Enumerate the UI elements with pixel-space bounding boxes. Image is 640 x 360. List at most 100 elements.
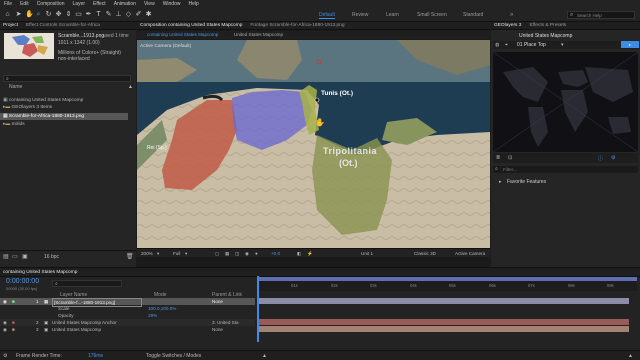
rectangle-tool-icon[interactable]: ▭ bbox=[75, 11, 82, 18]
place-icon[interactable]: ⌖ bbox=[505, 42, 508, 48]
comp-viewer[interactable]: Active Camera (Default) Tunis (Ot.) Trip… bbox=[137, 40, 490, 248]
menu-window[interactable]: Window bbox=[163, 1, 181, 7]
workspace-small-screen[interactable]: Small Screen bbox=[417, 12, 447, 18]
geolayers-apply-button[interactable]: ▸ bbox=[621, 41, 639, 48]
trash-icon[interactable]: 🗑 bbox=[126, 253, 134, 260]
playhead[interactable] bbox=[257, 276, 259, 342]
render-settings-icon[interactable]: ⚙ bbox=[3, 353, 7, 359]
tab-composition[interactable]: Composition containing United States Map… bbox=[140, 23, 242, 28]
menu-animation[interactable]: Animation bbox=[114, 1, 136, 7]
workspace-more-icon[interactable]: » bbox=[510, 12, 513, 18]
brush-tool-icon[interactable]: ✎ bbox=[105, 11, 112, 18]
layer-parent[interactable]: None bbox=[212, 298, 223, 305]
zoom-select[interactable]: 200% bbox=[141, 249, 153, 258]
label-color-swatch[interactable]: ■ bbox=[12, 298, 15, 305]
geolayers-filter-input[interactable]: ⌕ Filter... bbox=[493, 166, 638, 173]
timeline-search-input[interactable]: ⌕ bbox=[52, 280, 122, 287]
menu-edit[interactable]: Edit bbox=[20, 1, 29, 7]
orbit-tool-icon[interactable]: ↻ bbox=[45, 11, 52, 18]
visibility-eye-icon[interactable]: ◉ bbox=[3, 298, 7, 305]
new-comp-icon[interactable]: ▣ bbox=[22, 253, 28, 260]
zoom-dropdown-icon[interactable]: ▾ bbox=[157, 249, 159, 258]
layer-parent[interactable]: 3. United Sta bbox=[212, 319, 239, 326]
mask-visibility-icon[interactable]: ◫ bbox=[235, 249, 239, 258]
workspace-standard[interactable]: Standard bbox=[463, 12, 483, 18]
sort-icon[interactable]: ▲ bbox=[128, 84, 133, 90]
tab-project[interactable]: Project bbox=[3, 23, 18, 28]
layer-3-bar[interactable] bbox=[259, 326, 629, 332]
pan-tool-icon[interactable]: ✥ bbox=[55, 11, 62, 18]
project-item-footage[interactable]: ▦ Scramble-for-Africa-1880-1913.png bbox=[0, 113, 128, 120]
snapshot-icon[interactable]: ◉ bbox=[245, 249, 249, 258]
tab-footage[interactable]: Footage Scramble-for-Africa-1880-1913.pn… bbox=[250, 23, 344, 28]
globe-icon[interactable]: ◍ bbox=[495, 42, 499, 48]
layer-row-1[interactable]: ◉ ■ 1 ▦ [Scramble-f...-1880-1913.png] No… bbox=[0, 298, 255, 307]
show-channel-icon[interactable]: ● bbox=[255, 249, 258, 258]
property-row-scale[interactable]: Scale 100.0,100.0% bbox=[0, 305, 255, 312]
timecode-offset[interactable]: +0.0 bbox=[271, 249, 280, 258]
new-folder-icon[interactable]: ▭ bbox=[12, 253, 18, 260]
layer-row-3[interactable]: ◉ ■ 3 ▣ United States Mapcomp None bbox=[0, 326, 255, 333]
3d-view-icon[interactable]: ◧ bbox=[297, 249, 301, 258]
region-of-interest-icon[interactable]: ▢ bbox=[215, 249, 219, 258]
current-time[interactable]: 0:00:00:00 bbox=[6, 278, 39, 285]
menu-effect[interactable]: Effect bbox=[93, 1, 106, 7]
breadcrumb-current[interactable]: United States Mapcomp bbox=[234, 31, 283, 39]
dolly-tool-icon[interactable]: ⇕ bbox=[65, 11, 72, 18]
geolayers-map-preview[interactable] bbox=[493, 52, 638, 152]
project-item-folder[interactable]: ▸▬ GEOlayers 3 Items bbox=[0, 104, 136, 111]
property-value[interactable]: 100.0,100.0% bbox=[148, 305, 176, 312]
interpret-footage-icon[interactable]: ▤ bbox=[3, 253, 9, 260]
layer-row-2[interactable]: ◉ ■ 2 ▣ United States Mapcomp Anchor 3. … bbox=[0, 319, 255, 326]
tab-timeline[interactable]: containing United States Mapcomp bbox=[3, 270, 77, 275]
menu-view[interactable]: View bbox=[144, 1, 155, 7]
time-ruler[interactable]: 01s 02s 03s 04s 05s 06s 07s 08s 09s bbox=[257, 277, 637, 291]
fast-preview-icon[interactable]: ⚡ bbox=[307, 249, 313, 258]
label-color-swatch[interactable]: ■ bbox=[12, 319, 15, 326]
lock-icon[interactable]: ⊡ bbox=[508, 155, 512, 161]
bit-depth[interactable]: 16 bpc bbox=[44, 254, 59, 260]
tab-geolayers[interactable]: GEOlayers 3 bbox=[494, 23, 521, 28]
zoom-out-timeline-icon[interactable]: ▲ bbox=[262, 353, 267, 359]
work-area-bar[interactable] bbox=[257, 277, 637, 281]
project-search-input[interactable]: ⌕ bbox=[3, 75, 131, 82]
layer-parent[interactable]: None bbox=[212, 326, 223, 333]
settings-icon[interactable]: ⚙ bbox=[611, 155, 615, 161]
help-search-input[interactable]: ⌕ Search Help bbox=[567, 11, 635, 19]
eraser-tool-icon[interactable]: ◇ bbox=[125, 11, 132, 18]
pen-tool-icon[interactable]: ✒ bbox=[85, 11, 92, 18]
clone-stamp-icon[interactable]: ⊥ bbox=[115, 11, 122, 18]
resolution-select[interactable]: Full bbox=[173, 249, 180, 258]
text-tool-icon[interactable]: T bbox=[95, 11, 102, 18]
hand-tool-icon[interactable]: ✋ bbox=[25, 11, 34, 18]
resolution-dropdown-icon[interactable]: ▾ bbox=[185, 249, 187, 258]
place-label[interactable]: 01 Place Top bbox=[517, 42, 546, 48]
layer-name[interactable]: United States Mapcomp bbox=[52, 326, 142, 333]
toggle-switches-modes[interactable]: Toggle Switches / Modes bbox=[146, 353, 201, 359]
breadcrumb-parent[interactable]: containing United States Mapcomp bbox=[147, 31, 218, 39]
layers-icon[interactable]: ≣ bbox=[496, 155, 500, 161]
visibility-eye-icon[interactable]: ◉ bbox=[3, 326, 7, 333]
zoom-tool-icon[interactable]: ⌕ bbox=[35, 11, 42, 18]
zoom-in-timeline-icon[interactable]: ▲ bbox=[628, 353, 633, 359]
renderer-select[interactable]: Classic 3D bbox=[414, 249, 436, 258]
selection-tool-icon[interactable]: ➤ bbox=[15, 11, 22, 18]
layer-2-bar[interactable] bbox=[259, 319, 629, 325]
property-value[interactable]: 28% bbox=[148, 312, 157, 319]
menu-composition[interactable]: Composition bbox=[37, 1, 65, 7]
menu-file[interactable]: File bbox=[4, 1, 12, 7]
property-row-opacity[interactable]: Opacity 28% bbox=[0, 312, 255, 319]
workspace-default[interactable]: Default bbox=[319, 12, 335, 19]
camera-select[interactable]: Active Camera bbox=[455, 249, 485, 258]
view-select[interactable]: Unit 1 bbox=[361, 249, 373, 258]
favorite-features-label[interactable]: Favorite Features bbox=[507, 179, 546, 185]
place-dropdown-icon[interactable]: ▾ bbox=[561, 42, 564, 48]
project-item-comp[interactable]: ▣ containing United States Mapcomp bbox=[0, 97, 136, 104]
info-icon[interactable]: ⓘ bbox=[598, 155, 603, 162]
workspace-learn[interactable]: Learn bbox=[386, 12, 399, 18]
layer-name[interactable]: United States Mapcomp Anchor bbox=[52, 319, 142, 326]
puppet-tool-icon[interactable]: ✱ bbox=[145, 11, 152, 18]
visibility-eye-icon[interactable]: ◉ bbox=[3, 319, 7, 326]
roto-brush-icon[interactable]: ✐ bbox=[135, 11, 142, 18]
menu-layer[interactable]: Layer bbox=[72, 1, 85, 7]
